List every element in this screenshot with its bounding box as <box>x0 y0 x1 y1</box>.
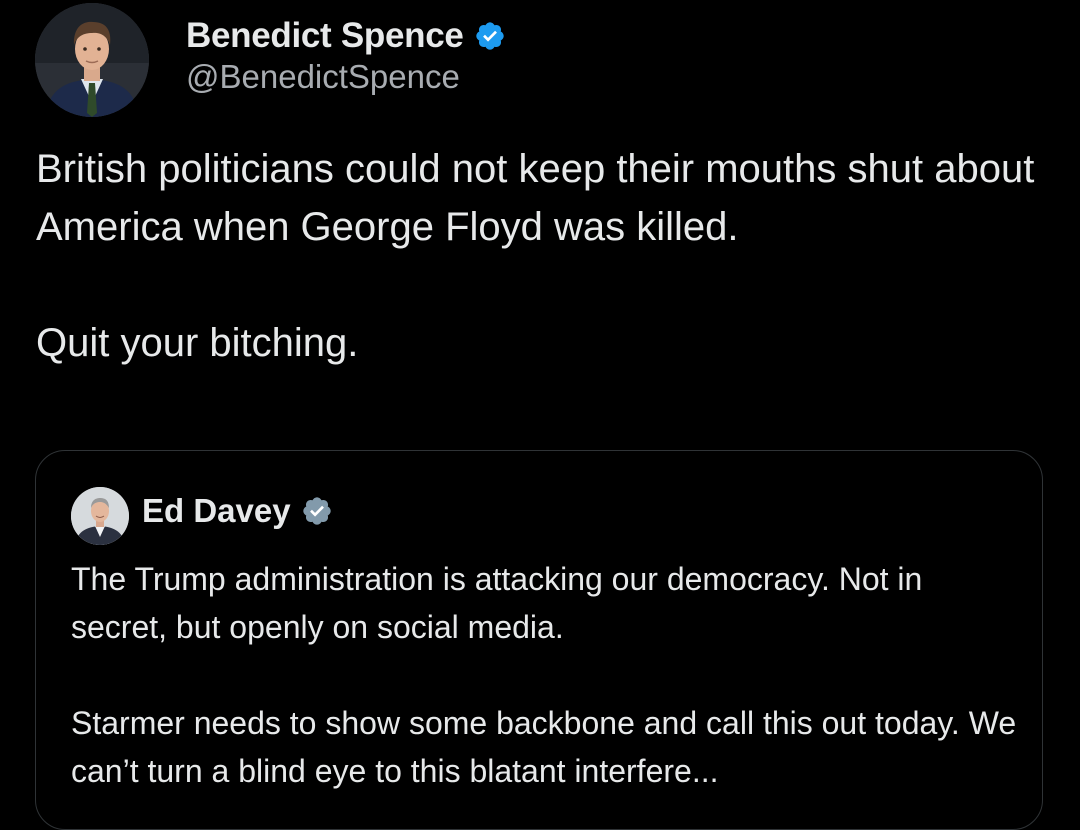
tweet-paragraph: British politicians could not keep their… <box>36 147 1035 249</box>
author-name-row: Benedict Spence <box>186 14 506 58</box>
verified-badge-icon[interactable] <box>474 20 506 52</box>
quote-text: The Trump administration is attacking ou… <box>71 555 1021 795</box>
tweet-text: British politicians could not keep their… <box>36 140 1046 372</box>
quote-author-avatar[interactable] <box>71 487 129 545</box>
verified-grey-badge-icon[interactable] <box>301 495 333 527</box>
quoted-tweet-card[interactable]: Ed Davey The Trump administration is att… <box>35 450 1043 830</box>
quote-paragraph: The Trump administration is attacking ou… <box>71 561 923 645</box>
author-avatar[interactable] <box>35 3 149 117</box>
tweet-paragraph: Quit your bitching. <box>36 321 359 365</box>
author-handle[interactable]: @BenedictSpence <box>186 58 460 96</box>
quote-name-row: Ed Davey <box>142 491 333 531</box>
quote-paragraph: Starmer needs to show some backbone and … <box>71 705 1017 789</box>
author-name[interactable]: Benedict Spence <box>186 16 464 56</box>
quote-author-name[interactable]: Ed Davey <box>142 492 291 530</box>
